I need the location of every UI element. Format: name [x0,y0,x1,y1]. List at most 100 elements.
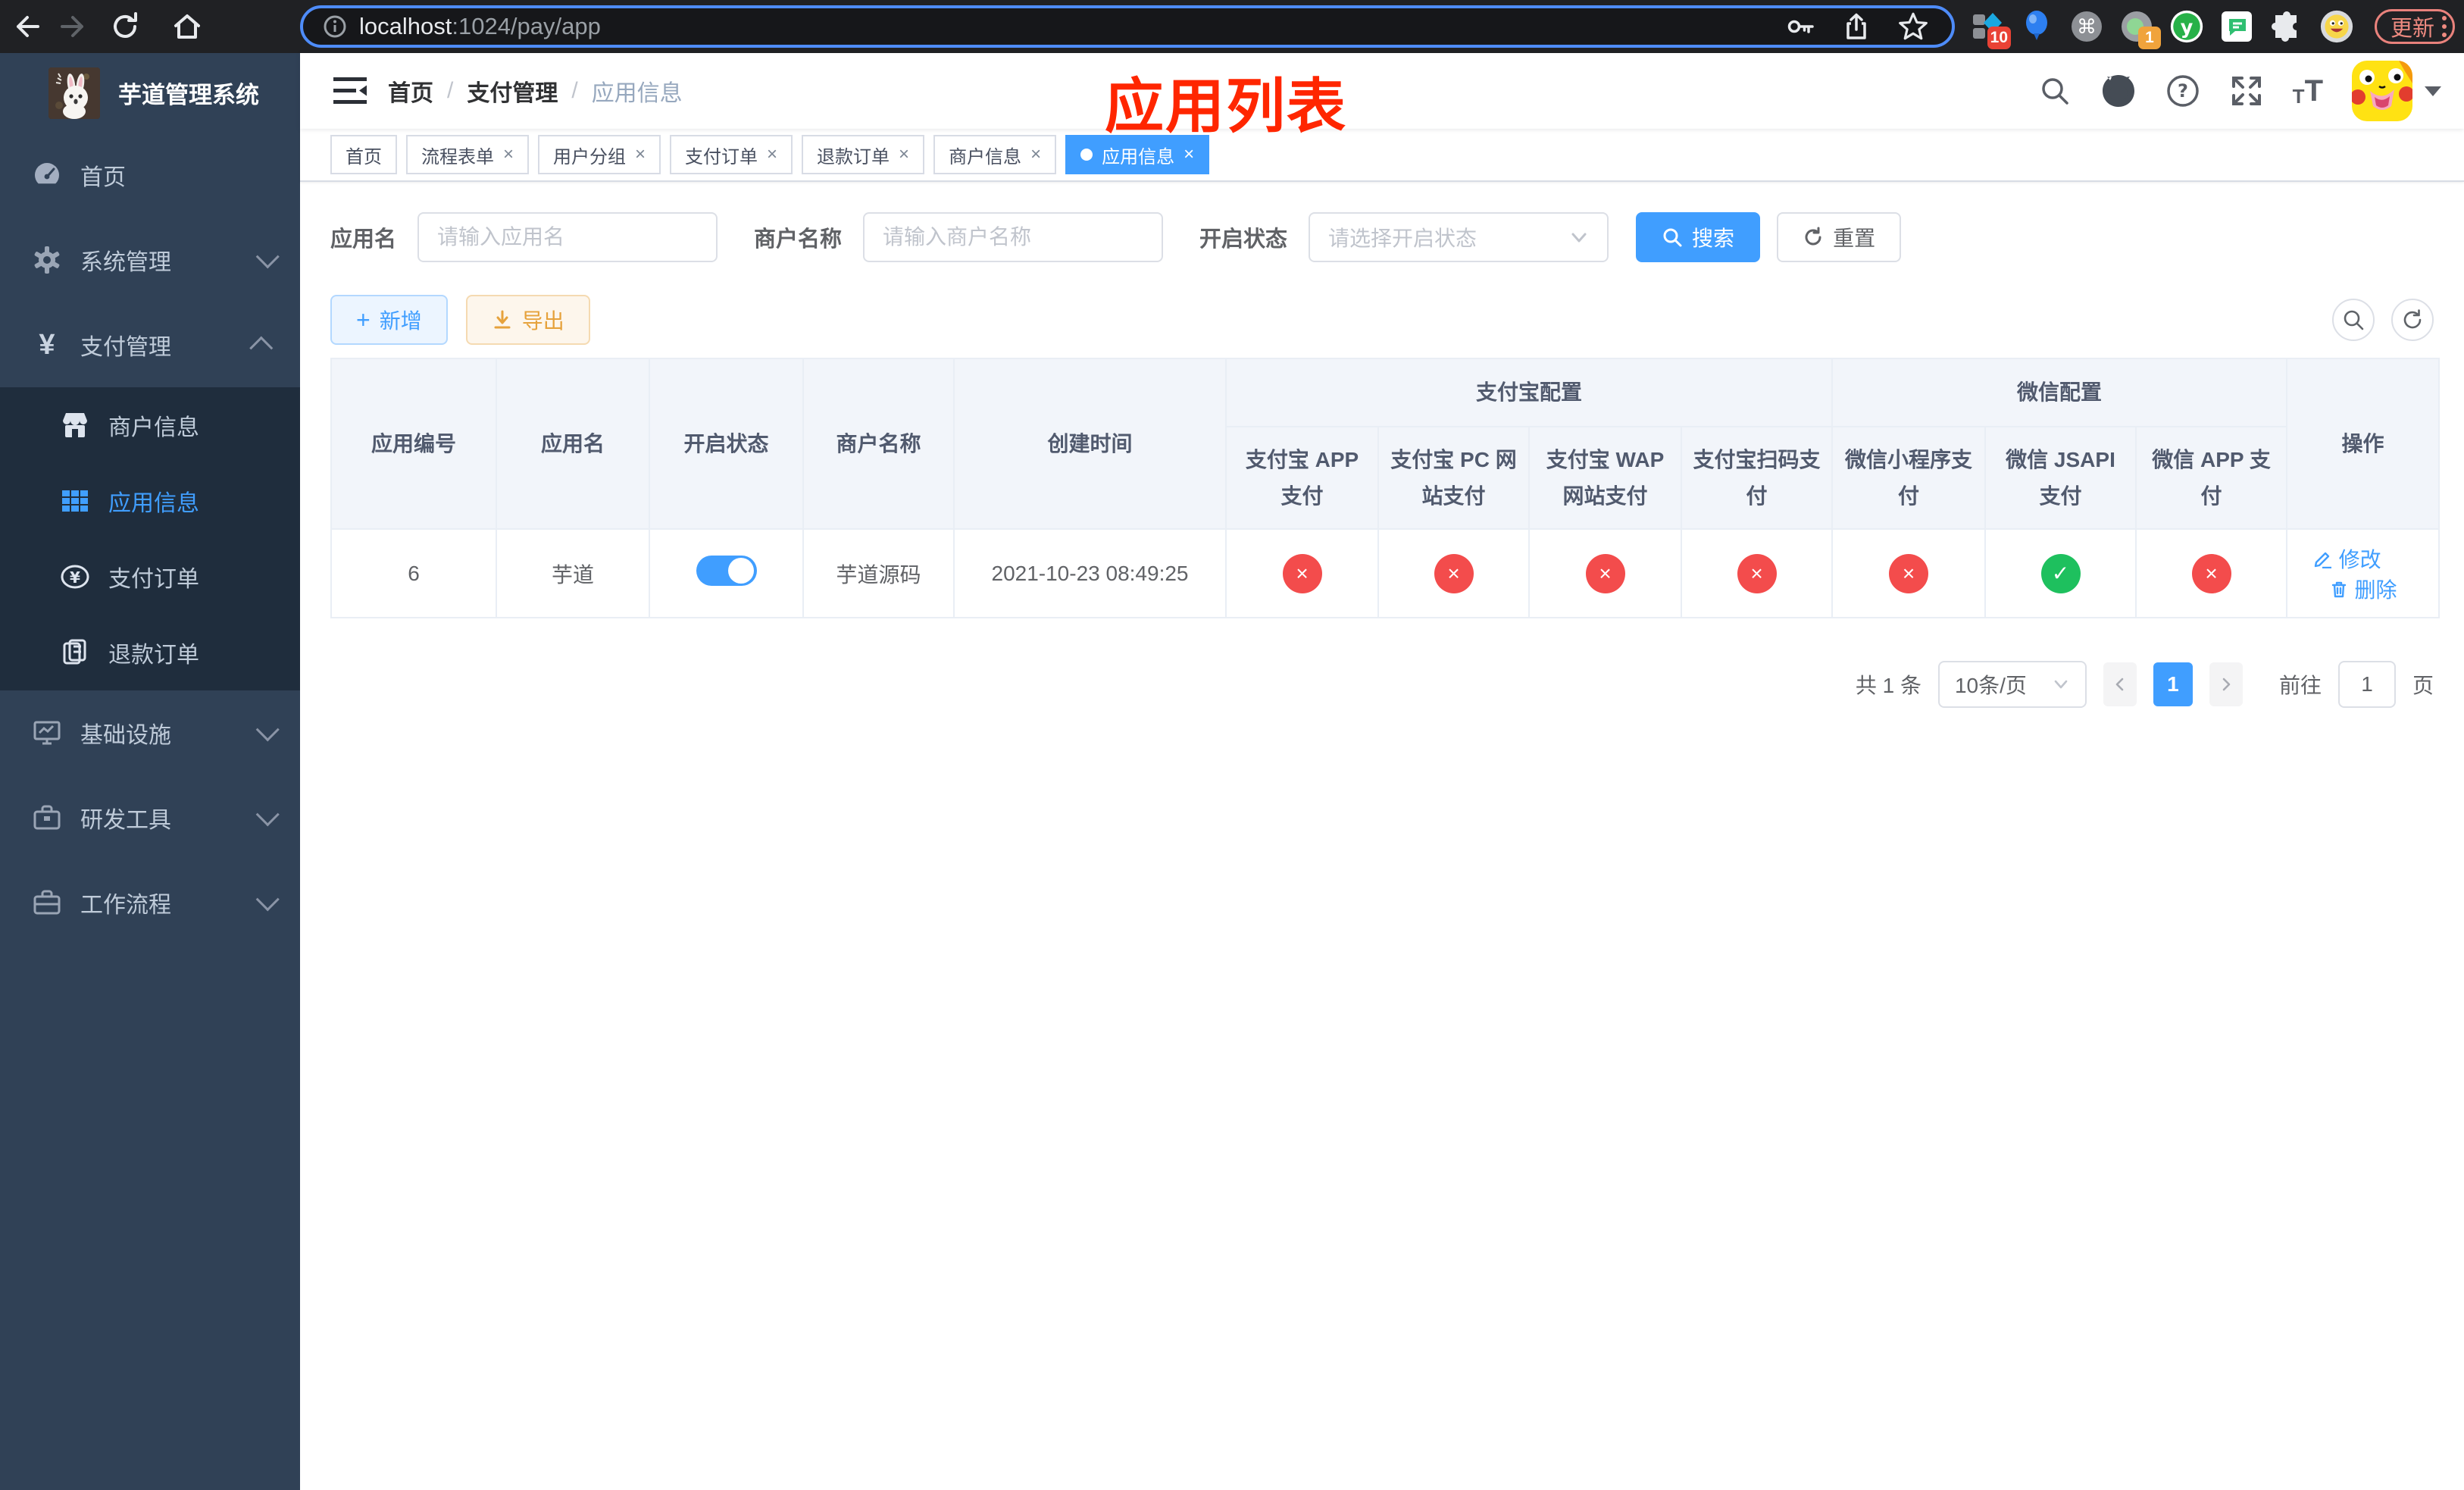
sidebar-item-label: 工作流程 [80,893,171,918]
github-icon[interactable] [2100,73,2137,109]
help-icon[interactable]: ? [2165,74,2200,108]
status-toggle[interactable] [696,556,757,586]
page-number-button[interactable]: 1 [2153,662,2193,706]
tab-app-info[interactable]: 应用信息 × [1065,135,1210,174]
tab-close-icon[interactable]: × [503,144,514,165]
export-button-label: 导出 [521,309,564,333]
fullscreen-icon[interactable] [2229,74,2264,108]
browser-update-button[interactable]: 更新 [2375,9,2456,44]
tab-close-icon[interactable]: × [1030,144,1041,165]
refresh-icon [2403,309,2422,329]
tab-close-icon[interactable]: × [899,144,909,165]
extension-recorder-icon[interactable]: 1 [2120,10,2161,49]
sidebar-item-system[interactable]: 系统管理 [0,218,300,302]
browser-menu-icon[interactable] [2442,16,2447,37]
sidebar-item-dev-tools[interactable]: 研发工具 [0,775,300,860]
sidebar-item-label: 支付管理 [80,335,171,360]
extension-badge: 1 [2138,27,2161,49]
sidebar-logo-row[interactable]: 芋道管理系统 [0,53,300,133]
status-cross-icon: × [1585,553,1625,593]
cell-status [649,528,804,618]
sidebar-item-payment[interactable]: ¥ 支付管理 [0,302,300,387]
merchant-name-label: 商户名称 [754,227,843,252]
header-search-icon[interactable] [2038,74,2072,108]
breadcrumb-current: 应用信息 [591,81,683,106]
sidebar-item-home[interactable]: 首页 [0,133,300,218]
merchant-name-input[interactable] [863,212,1164,262]
tab-user-group[interactable]: 用户分组 × [538,135,661,174]
tab-close-icon[interactable]: × [767,144,777,165]
sidebar-item-label: 应用信息 [108,491,199,516]
screen: localhost:1024/pay/app 10 ⌘ 1 y 更新 芋道管理系… [0,0,2464,1490]
page-size-select[interactable]: 10条/页 [1937,661,2087,708]
extensions-puzzle-icon[interactable] [2270,10,2303,43]
sidebar-item-pay-order[interactable]: ¥ 支付订单 [0,539,300,615]
tab-refund-order[interactable]: 退款订单 × [802,135,925,174]
status-cross-icon: × [1282,553,1322,593]
browser-reload-button[interactable] [100,2,150,52]
browser-home-button[interactable] [162,2,212,52]
filter-form: 应用名 商户名称 开启状态 请选择开启状态 搜索 重置 [330,212,2434,262]
extension-blue-diamond-icon[interactable]: 10 [1970,10,2011,49]
extension-y-icon[interactable]: y [2170,10,2203,43]
share-icon[interactable] [1841,11,1871,42]
tab-pay-order[interactable]: 支付订单 × [670,135,793,174]
tab-home[interactable]: 首页 [330,135,397,174]
sidebar-item-app-info[interactable]: 应用信息 [0,463,300,539]
sidebar-collapse-button[interactable] [327,68,373,114]
delete-link[interactable]: 删除 [2329,574,2397,604]
tab-process-form[interactable]: 流程表单 × [406,135,530,174]
user-avatar-menu[interactable] [2352,61,2441,121]
refresh-table-button[interactable] [2391,299,2434,341]
bookmark-star-icon[interactable] [1897,11,1929,42]
app-logo [48,67,100,119]
font-size-icon[interactable]: TT [2293,74,2323,108]
delete-label: 删除 [2354,578,2397,602]
briefcase-icon [30,887,64,918]
avatar [2352,61,2412,121]
sidebar-item-refund-order[interactable]: 退款订单 [0,615,300,690]
tab-close-icon[interactable]: × [1184,144,1194,165]
prev-page-button[interactable] [2103,662,2137,706]
password-key-icon[interactable] [1785,11,1815,42]
browser-profile-avatar[interactable] [2320,10,2353,43]
chevron-down-icon [1571,233,1587,243]
download-icon [494,310,511,329]
extension-command-icon[interactable]: ⌘ [2070,10,2103,43]
edit-link[interactable]: 修改 [2313,543,2381,574]
app-name-input[interactable] [417,212,718,262]
cell-wechat-mini: × [1831,528,1987,618]
cell-created: 2021-10-23 08:49:25 [953,528,1227,618]
url-text[interactable]: localhost:1024/pay/app [359,13,1785,40]
next-page-button[interactable] [2209,662,2243,706]
add-button[interactable]: + 新增 [330,295,448,345]
reset-button[interactable]: 重置 [1777,212,1902,262]
sidebar-item-infrastructure[interactable]: 基础设施 [0,690,300,775]
col-app-name: 应用名 [496,358,650,530]
sidebar-item-workflow[interactable]: 工作流程 [0,860,300,945]
search-button[interactable]: 搜索 [1636,212,1761,262]
page-info-icon[interactable] [321,13,349,40]
tab-label: 用户分组 [553,146,627,167]
breadcrumb-payment[interactable]: 支付管理 [467,74,558,108]
pagination-total: 共 1 条 [1855,674,1921,697]
browser-back-button[interactable] [0,2,50,52]
address-bar[interactable]: localhost:1024/pay/app [300,5,1955,48]
tab-close-icon[interactable]: × [635,144,646,165]
tab-label: 退款订单 [817,146,890,167]
extension-chat-icon[interactable] [2220,10,2253,43]
sidebar-item-merchant-info[interactable]: 商户信息 [0,387,300,463]
breadcrumb-home[interactable]: 首页 [388,74,433,108]
browser-forward-button[interactable] [50,2,100,52]
caret-down-icon [2425,86,2441,96]
sidebar-item-label: 首页 [80,165,126,190]
reset-button-label: 重置 [1833,227,1876,250]
goto-page-input[interactable] [2337,661,2396,708]
refresh-icon [1805,227,1821,246]
export-button[interactable]: 导出 [465,295,590,345]
tab-merchant-info[interactable]: 商户信息 × [933,135,1057,174]
extension-balloon-icon[interactable] [2020,10,2053,43]
status-select[interactable]: 请选择开启状态 [1309,212,1609,262]
col-wechat-mini: 微信小程序支付 [1831,426,1987,530]
show-search-button[interactable] [2332,299,2375,341]
